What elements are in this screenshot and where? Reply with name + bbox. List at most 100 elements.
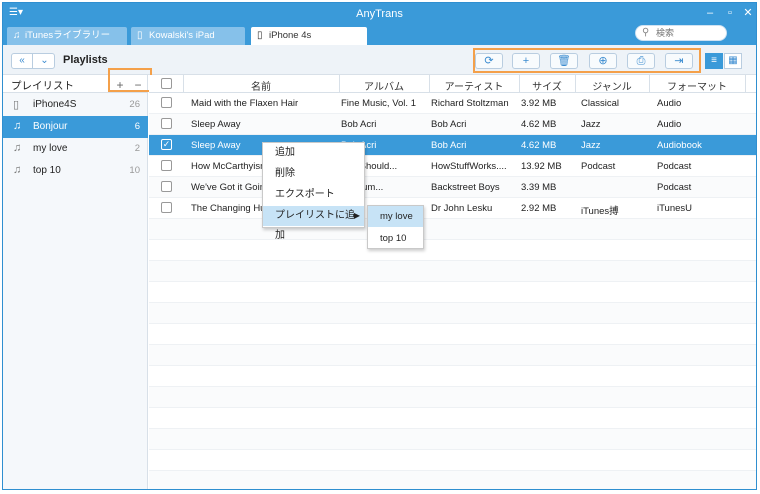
column-divider bbox=[745, 75, 746, 93]
menu-item-delete[interactable]: 削除 bbox=[263, 164, 364, 184]
sidebar-item-label: iPhone4S bbox=[33, 99, 77, 110]
column-name[interactable]: 名前 bbox=[183, 78, 339, 93]
row-checkbox[interactable] bbox=[161, 118, 172, 129]
cell-size: 3.92 MB bbox=[521, 98, 557, 109]
cell-artist: Bob Acri bbox=[431, 119, 467, 130]
cell-format: Audio bbox=[657, 119, 682, 130]
back-icon[interactable]: « bbox=[12, 54, 33, 68]
cell-size: 4.62 MB bbox=[521, 140, 557, 151]
row-checkbox[interactable] bbox=[161, 97, 172, 108]
cell-genre: Jazz bbox=[581, 140, 601, 151]
export-to-pc-icon: ⎙ bbox=[636, 55, 646, 67]
empty-row bbox=[149, 303, 756, 324]
cell-format: Audio bbox=[657, 98, 682, 109]
add-playlist-button[interactable]: + bbox=[113, 79, 127, 91]
playlist-sidebar: プレイリスト + − ▯ iPhone4S 26 ♫ Bonjour 6 ♫ m… bbox=[3, 68, 152, 489]
music-note-icon: ♫ bbox=[13, 30, 21, 41]
empty-row bbox=[149, 240, 756, 261]
table-row[interactable]: Sleep Away Bob Acri Bob Acri 4.62 MB Jaz… bbox=[149, 114, 756, 135]
row-checkbox[interactable] bbox=[161, 181, 172, 192]
cell-artist: HowStuffWorks.... bbox=[431, 161, 507, 172]
cell-artist: Richard Stoltzman bbox=[431, 98, 509, 109]
empty-row bbox=[149, 471, 756, 489]
sidebar-item-bonjour[interactable]: ♫ Bonjour 6 bbox=[3, 116, 148, 138]
tab-iphone-4s[interactable]: ▯ iPhone 4s bbox=[251, 27, 367, 45]
cell-format: Podcast bbox=[657, 182, 692, 193]
menu-item-add-to-playlist[interactable]: プレイリストに追加 ▶ bbox=[263, 206, 364, 241]
cell-format: iTunesU bbox=[657, 203, 693, 214]
title-bar: ☰▾ AnyTrans – ▫ ✕ bbox=[3, 3, 756, 27]
sidebar-item-label: Bonjour bbox=[33, 121, 68, 132]
sidebar-item-count: 6 bbox=[134, 121, 140, 132]
row-checkbox[interactable] bbox=[161, 202, 172, 213]
list-view-button[interactable]: ≡ bbox=[705, 53, 723, 69]
submenu-item-my-love[interactable]: my love bbox=[368, 206, 423, 227]
cell-artist: Bob Acri bbox=[431, 140, 467, 151]
column-format[interactable]: フォーマット bbox=[649, 78, 745, 93]
table-row[interactable]: ✓ Sleep Away Bob Acri Bob Acri 4.62 MB J… bbox=[149, 135, 756, 156]
app-title: AnyTrans bbox=[356, 8, 403, 20]
row-checkbox[interactable] bbox=[161, 160, 172, 171]
export-to-pc-button[interactable]: ⎙ bbox=[627, 53, 655, 69]
remove-playlist-button[interactable]: − bbox=[131, 79, 145, 91]
tablet-icon: ▯ bbox=[137, 30, 143, 41]
cell-format: Audiobook bbox=[657, 140, 702, 151]
tab-itunes-library[interactable]: ♫ iTunesライブラリー bbox=[7, 27, 127, 45]
tab-label: iTunesライブラリー bbox=[25, 30, 111, 41]
minimize-icon[interactable]: – bbox=[703, 6, 717, 20]
cell-album: Fine Music, Vol. 1 bbox=[341, 98, 416, 109]
sidebar-item-iphone4s[interactable]: ▯ iPhone4S 26 bbox=[3, 94, 148, 116]
table-header: 名前 アルバム アーティスト サイズ ジャンル フォーマット bbox=[149, 75, 756, 93]
cell-album: Bob Acri bbox=[341, 119, 377, 130]
column-artist[interactable]: アーティスト bbox=[429, 78, 519, 93]
row-checkbox[interactable]: ✓ bbox=[161, 139, 172, 150]
grid-view-button[interactable]: ▦ bbox=[724, 53, 742, 69]
select-all-checkbox[interactable] bbox=[161, 78, 172, 89]
table-row[interactable]: The Changing Hur Dr John Lesku 2.92 MB i… bbox=[149, 198, 756, 219]
empty-row bbox=[149, 345, 756, 366]
menu-item-export[interactable]: エクスポート bbox=[263, 185, 364, 205]
table-row[interactable]: How McCarthyism You Should... HowStuffWo… bbox=[149, 156, 756, 177]
cell-size: 2.92 MB bbox=[521, 203, 557, 214]
refresh-icon: ⟳ bbox=[484, 55, 494, 67]
table-row[interactable]: Maid with the Flaxen Hair Fine Music, Vo… bbox=[149, 93, 756, 114]
menu-item-add[interactable]: 追加 bbox=[263, 143, 364, 163]
cell-genre: Jazz bbox=[581, 119, 601, 130]
search-input[interactable] bbox=[656, 27, 722, 39]
sidebar-item-my-love[interactable]: ♫ my love 2 bbox=[3, 138, 148, 160]
refresh-button[interactable]: ⟳ bbox=[475, 53, 503, 69]
search-box[interactable]: ⚲ bbox=[635, 25, 727, 41]
cell-name: Maid with the Flaxen Hair bbox=[191, 98, 299, 109]
column-genre[interactable]: ジャンル bbox=[575, 78, 649, 93]
maximize-icon[interactable]: ▫ bbox=[723, 6, 737, 20]
sidebar-item-count: 10 bbox=[129, 165, 140, 176]
sidebar-item-label: my love bbox=[33, 143, 68, 154]
nav-buttons: « ⌄ bbox=[11, 53, 55, 69]
export-to-device-icon: ⇥ bbox=[674, 55, 684, 67]
cell-size: 4.62 MB bbox=[521, 119, 557, 130]
import-button[interactable]: ⊕ bbox=[589, 53, 617, 69]
close-icon[interactable]: ✕ bbox=[741, 6, 755, 20]
track-table: 名前 アルバム アーティスト サイズ ジャンル フォーマット Maid with… bbox=[149, 75, 756, 489]
submenu-item-top-10[interactable]: top 10 bbox=[368, 228, 423, 249]
column-size[interactable]: サイズ bbox=[519, 78, 575, 93]
sidebar-title: プレイリスト bbox=[11, 80, 74, 92]
sidebar-item-top-10[interactable]: ♫ top 10 10 bbox=[3, 160, 148, 182]
playlist-icon: ♫ bbox=[13, 164, 22, 176]
chevron-down-icon[interactable]: ⌄ bbox=[34, 54, 55, 68]
column-album[interactable]: アルバム bbox=[339, 78, 429, 93]
sidebar-item-label: top 10 bbox=[33, 165, 61, 176]
sidebar-item-count: 2 bbox=[134, 143, 140, 154]
cell-format: Podcast bbox=[657, 161, 692, 172]
import-icon: ⊕ bbox=[598, 55, 608, 67]
playlist-icon: ♫ bbox=[13, 142, 22, 154]
tab-kowalskis-ipad[interactable]: ▯ Kowalski's iPad bbox=[131, 27, 245, 45]
playlist-icon: ♫ bbox=[13, 120, 22, 132]
table-row[interactable]: We've Got it Going n Album... Backstreet… bbox=[149, 177, 756, 198]
export-to-device-button[interactable]: ⇥ bbox=[665, 53, 693, 69]
add-button[interactable]: + bbox=[512, 53, 540, 69]
delete-button[interactable]: 🗑 bbox=[550, 53, 578, 69]
empty-row bbox=[149, 366, 756, 387]
breadcrumb: Playlists bbox=[63, 54, 108, 66]
cell-size: 13.92 MB bbox=[521, 161, 562, 172]
